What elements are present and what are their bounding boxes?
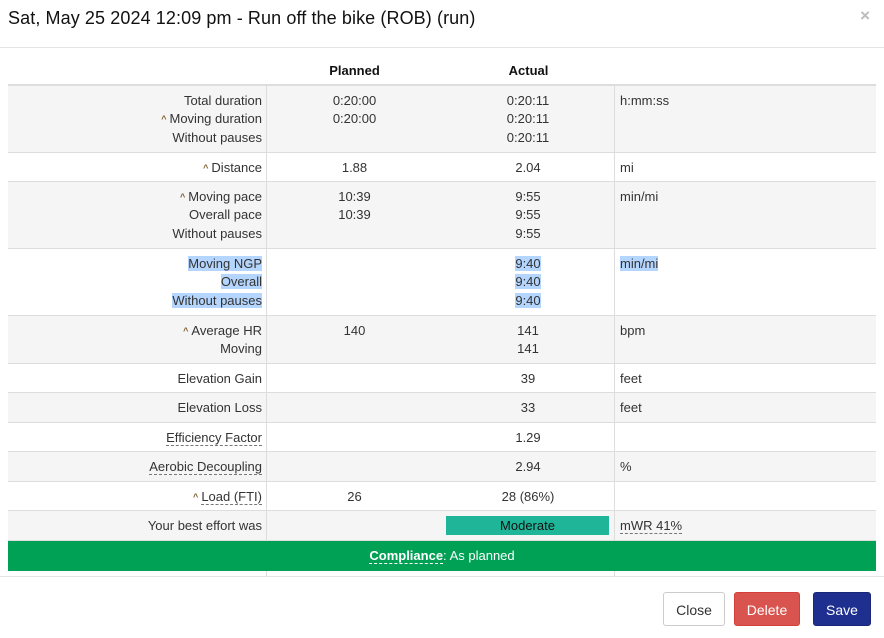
chevron-up-icon[interactable]: ^	[193, 488, 198, 506]
planned-total-duration: 0:20:00	[332, 93, 377, 108]
modal-footer: Close Delete Save	[0, 576, 884, 638]
elevation-loss-label: Elevation Loss	[8, 393, 267, 422]
actual-efficiency-factor: 1.29	[442, 423, 615, 451]
heart-rate-row: ^ Average HR Moving 140 141 141 bpm	[8, 316, 876, 364]
actual-load: 28 (86%)	[442, 482, 615, 510]
moving-hr-label: Moving	[220, 341, 262, 357]
efficiency-factor-unit	[615, 423, 876, 451]
ngp-without-pauses-label: Without pauses	[172, 292, 262, 308]
actual-elevation-loss: 33	[442, 393, 615, 422]
compliance-separator: :	[443, 548, 447, 563]
moving-duration-label: Moving duration	[169, 111, 263, 127]
distance-row: ^ Distance 1.88 2.04 mi	[8, 153, 876, 182]
pace-without-pauses-label: Without pauses	[172, 225, 262, 241]
actual-moving-pace: 9:55	[515, 189, 541, 204]
actual-without-pauses-duration: 0:20:11	[506, 129, 550, 145]
actual-moving-ngp: 9:40	[515, 256, 541, 271]
chevron-up-icon[interactable]: ^	[180, 188, 185, 206]
effort-level-badge: Moderate	[446, 516, 609, 535]
efficiency-factor-row: Efficiency Factor 1.29	[8, 423, 876, 452]
overall-pace-label: Overall pace	[189, 207, 262, 223]
actual-aerobic-decoupling: 2.94	[442, 452, 615, 481]
actual-total-duration: 0:20:11	[506, 93, 550, 108]
pace-row: ^ Moving pace Overall pace Without pauses…	[8, 182, 876, 249]
delete-button[interactable]: Delete	[734, 592, 800, 626]
duration-planned: 0:20:00 0:20:00	[267, 86, 442, 152]
compliance-banner: Compliance: As planned	[8, 541, 876, 571]
aerobic-decoupling-label[interactable]: Aerobic Decoupling	[149, 459, 262, 475]
workout-summary-table: Planned Actual Total duration ^ Moving du…	[8, 48, 876, 541]
duration-unit: h:mm:ss	[620, 93, 670, 108]
load-row: ^ Load (FTI) 26 28 (86%)	[8, 482, 876, 511]
actual-ngp-without-pauses: 9:40	[515, 292, 541, 308]
save-button[interactable]: Save	[813, 592, 871, 626]
planned-moving-duration: 0:20:00	[332, 111, 377, 127]
actual-moving-hr: 141	[517, 341, 539, 357]
load-label[interactable]: Load (FTI)	[201, 489, 262, 505]
moving-pace-label: Moving pace	[188, 189, 262, 204]
close-icon[interactable]: ×	[860, 6, 870, 26]
elevation-loss-row: Elevation Loss 33 feet	[8, 393, 876, 423]
modal-title: Sat, May 25 2024 12:09 pm - Run off the …	[8, 8, 476, 28]
compliance-label[interactable]: Compliance	[369, 548, 444, 564]
planned-overall-pace: 10:39	[338, 207, 371, 223]
chevron-up-icon[interactable]: ^	[203, 159, 208, 177]
duration-labels: Total duration ^ Moving duration Without …	[8, 86, 267, 152]
best-effort-label: Your best effort was	[8, 511, 267, 540]
header-actual: Actual	[508, 63, 549, 78]
close-button[interactable]: Close	[663, 592, 725, 626]
average-hr-label: Average HR	[191, 323, 262, 338]
best-effort-row: Your best effort was Moderate mWR 41%	[8, 511, 876, 541]
duration-row: Total duration ^ Moving duration Without …	[8, 86, 876, 153]
compliance-value: As planned	[449, 548, 515, 563]
actual-elevation-gain: 39	[442, 364, 615, 392]
efficiency-factor-label[interactable]: Efficiency Factor	[166, 430, 262, 446]
total-duration-label: Total duration	[183, 93, 262, 108]
elevation-gain-row: Elevation Gain 39 feet	[8, 364, 876, 393]
planned-distance: 1.88	[341, 160, 368, 175]
actual-average-hr: 141	[517, 323, 539, 338]
actual-pace-without-pauses: 9:55	[515, 225, 541, 241]
distance-unit: mi	[620, 160, 634, 175]
chevron-up-icon[interactable]: ^	[161, 110, 166, 128]
ngp-row: Moving NGP Overall Without pauses 9:40 9…	[8, 249, 876, 316]
actual-distance: 2.04	[442, 153, 615, 181]
planned-load: 26	[347, 489, 362, 504]
mwr-value[interactable]: mWR 41%	[620, 518, 683, 534]
hr-unit: bpm	[620, 323, 646, 338]
elevation-loss-unit: feet	[620, 400, 642, 415]
header-planned: Planned	[329, 63, 380, 78]
header-label	[8, 48, 267, 84]
aerobic-decoupling-row: Aerobic Decoupling 2.94 %	[8, 452, 876, 482]
chevron-up-icon[interactable]: ^	[183, 322, 188, 340]
planned-moving-pace: 10:39	[338, 189, 371, 204]
load-unit	[615, 482, 876, 510]
aerobic-decoupling-unit: %	[620, 459, 632, 474]
elevation-gain-unit: feet	[620, 371, 642, 386]
ngp-unit: min/mi	[620, 256, 659, 271]
pace-unit: min/mi	[620, 189, 659, 204]
planned-average-hr: 140	[343, 323, 366, 338]
actual-moving-duration: 0:20:11	[506, 111, 550, 127]
modal-header: Sat, May 25 2024 12:09 pm - Run off the …	[0, 0, 884, 48]
header-unit	[615, 48, 876, 84]
overall-ngp-label: Overall	[220, 274, 262, 290]
without-pauses-label: Without pauses	[172, 129, 262, 145]
moving-ngp-label: Moving NGP	[188, 256, 262, 271]
actual-overall-pace: 9:55	[515, 207, 541, 223]
actual-overall-ngp: 9:40	[515, 274, 541, 290]
duration-actual: 0:20:11 0:20:11 0:20:11	[442, 86, 615, 152]
distance-label: Distance	[211, 160, 262, 175]
table-header-row: Planned Actual	[8, 48, 876, 86]
elevation-gain-label: Elevation Gain	[8, 364, 267, 392]
